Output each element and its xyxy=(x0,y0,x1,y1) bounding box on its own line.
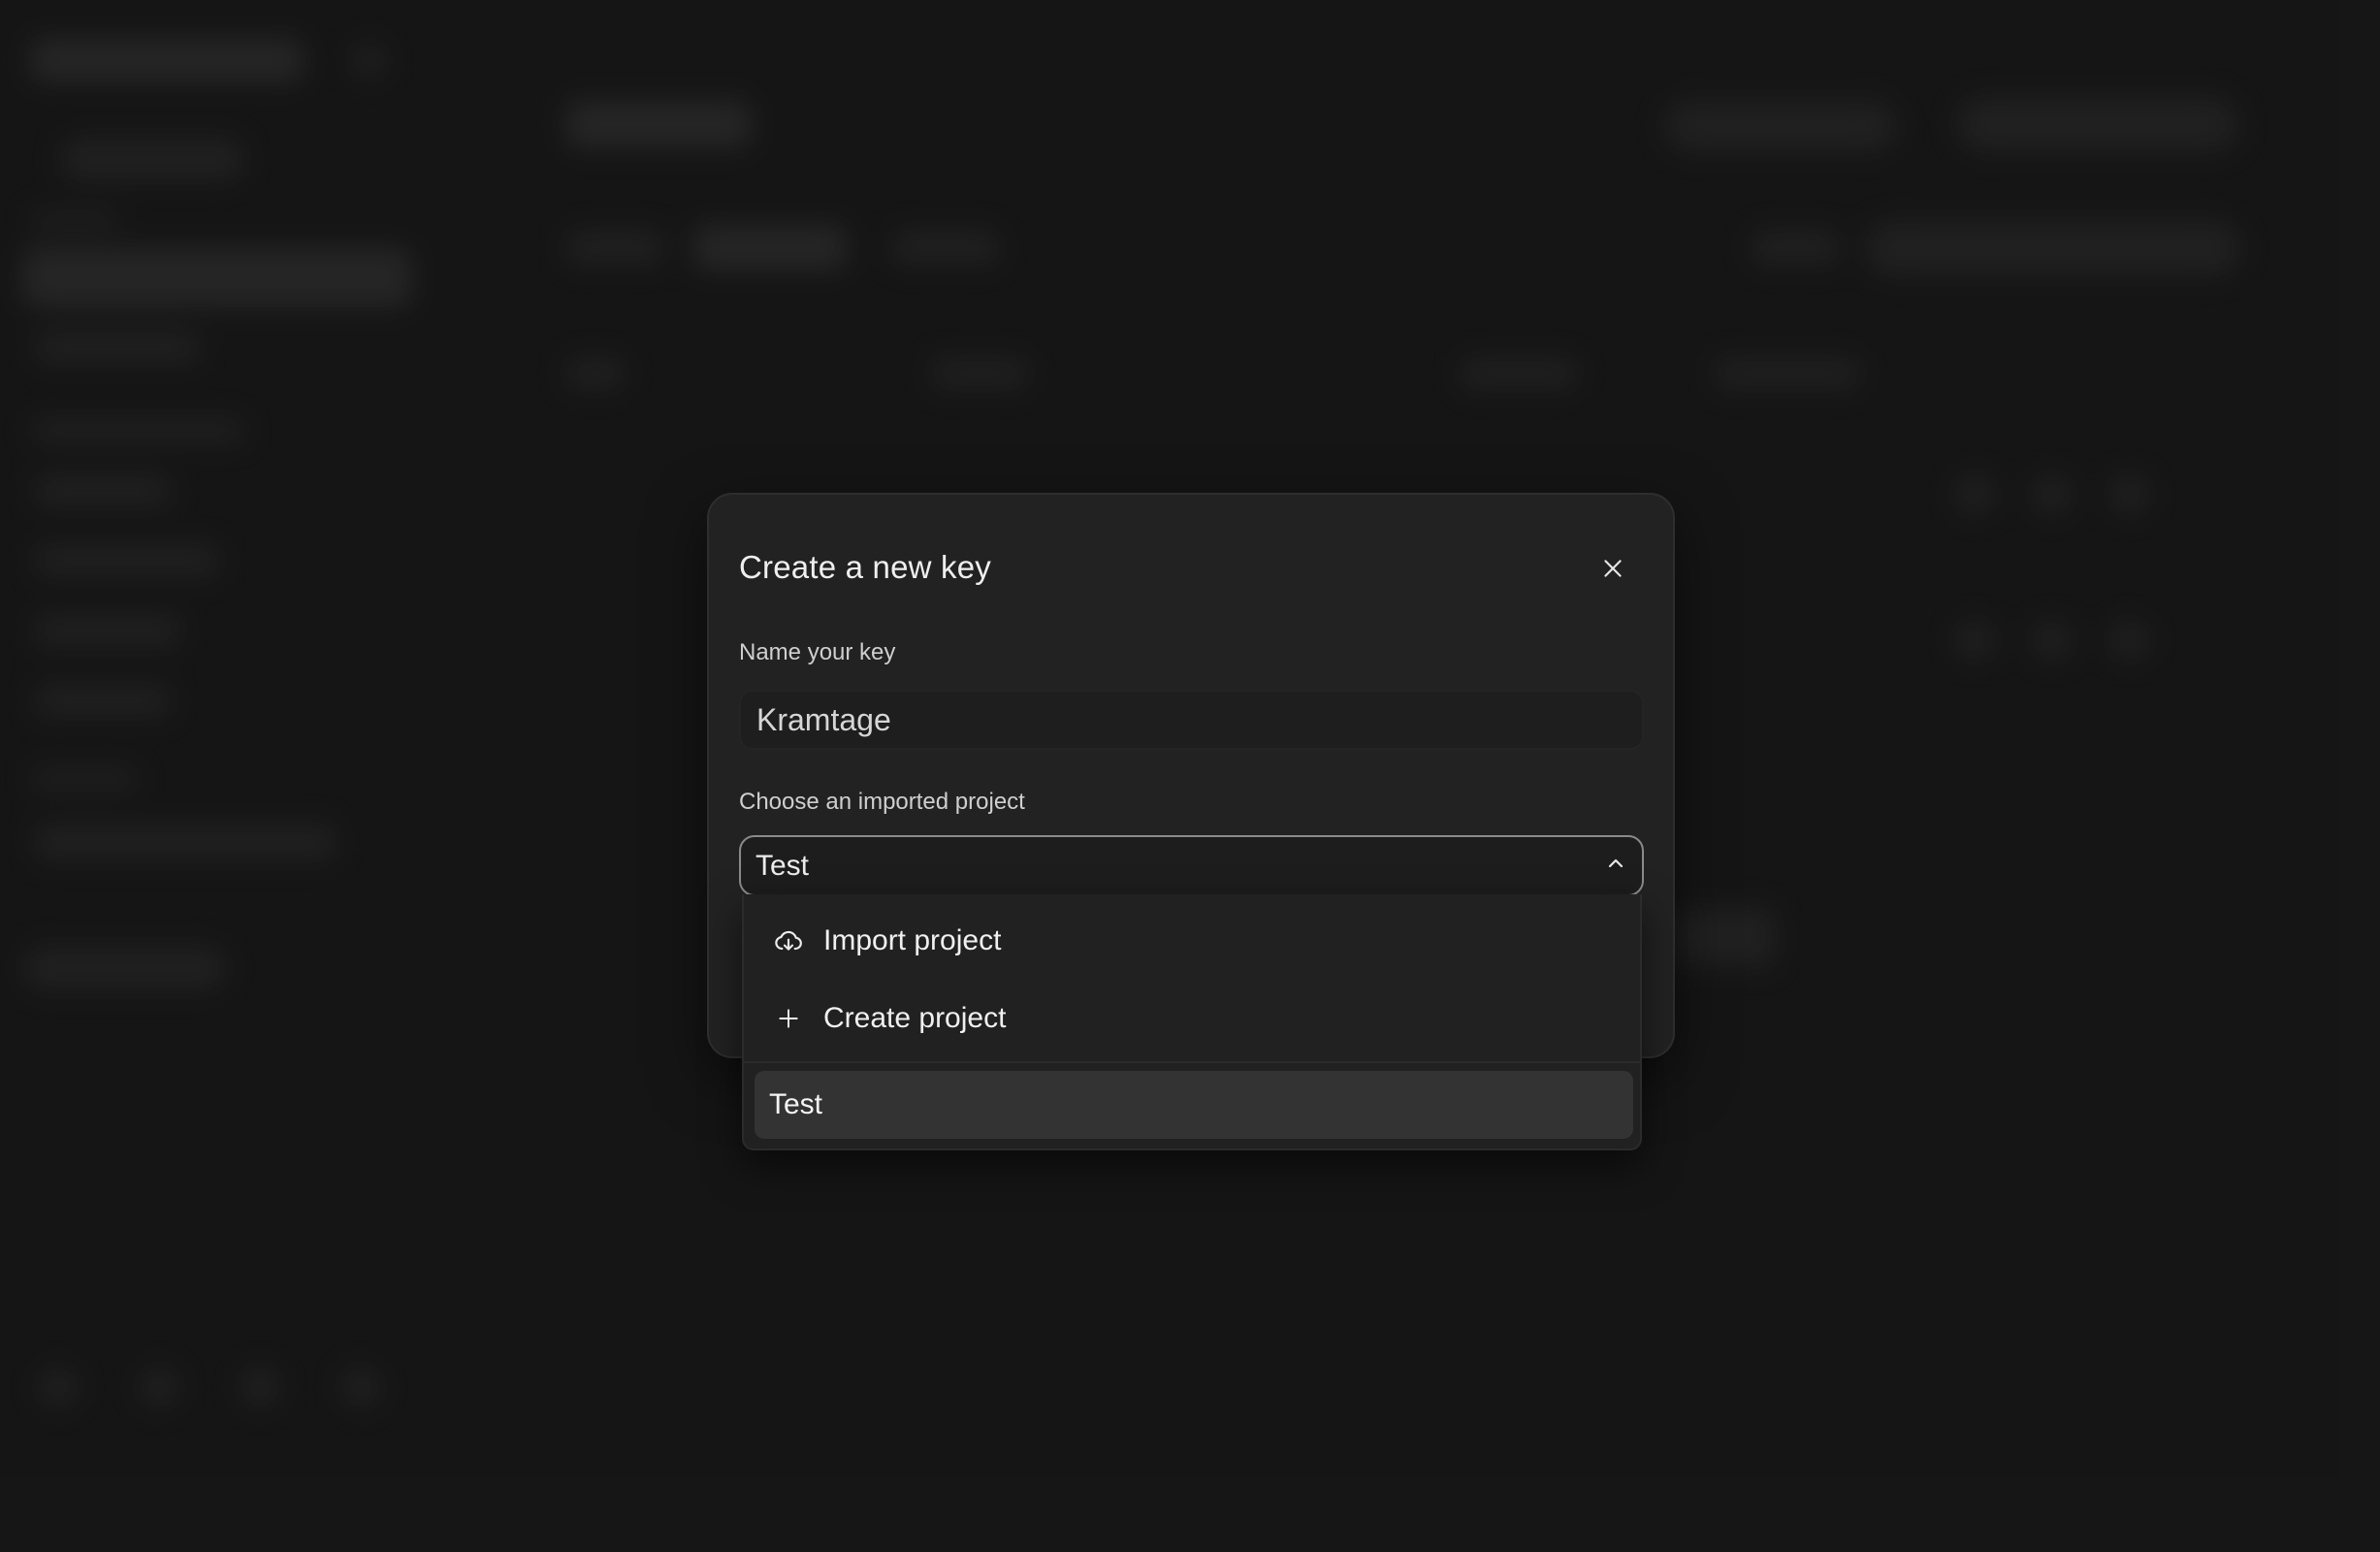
plus-icon xyxy=(771,1001,806,1036)
project-select-value: Test xyxy=(756,849,810,882)
create-project-item[interactable]: Create project xyxy=(744,984,1640,1053)
close-icon xyxy=(1600,556,1625,586)
dialog-title: Create a new key xyxy=(739,549,991,585)
chevron-up-icon xyxy=(1604,852,1627,880)
cloud-download-icon xyxy=(771,923,806,958)
create-project-label: Create project xyxy=(823,1002,1007,1034)
import-project-item[interactable]: Import project xyxy=(744,906,1640,976)
key-name-label: Name your key xyxy=(739,639,896,665)
project-select-label: Choose an imported project xyxy=(739,789,1025,815)
import-project-label: Import project xyxy=(823,924,1002,956)
close-button[interactable] xyxy=(1592,549,1634,592)
project-dropdown-menu: Import project Create project Test xyxy=(742,894,1642,1150)
key-name-input[interactable] xyxy=(739,690,1644,750)
project-option-label: Test xyxy=(769,1088,823,1120)
dropdown-divider xyxy=(744,1061,1640,1063)
project-option-test[interactable]: Test xyxy=(755,1071,1633,1139)
project-select[interactable]: Test xyxy=(739,835,1644,896)
